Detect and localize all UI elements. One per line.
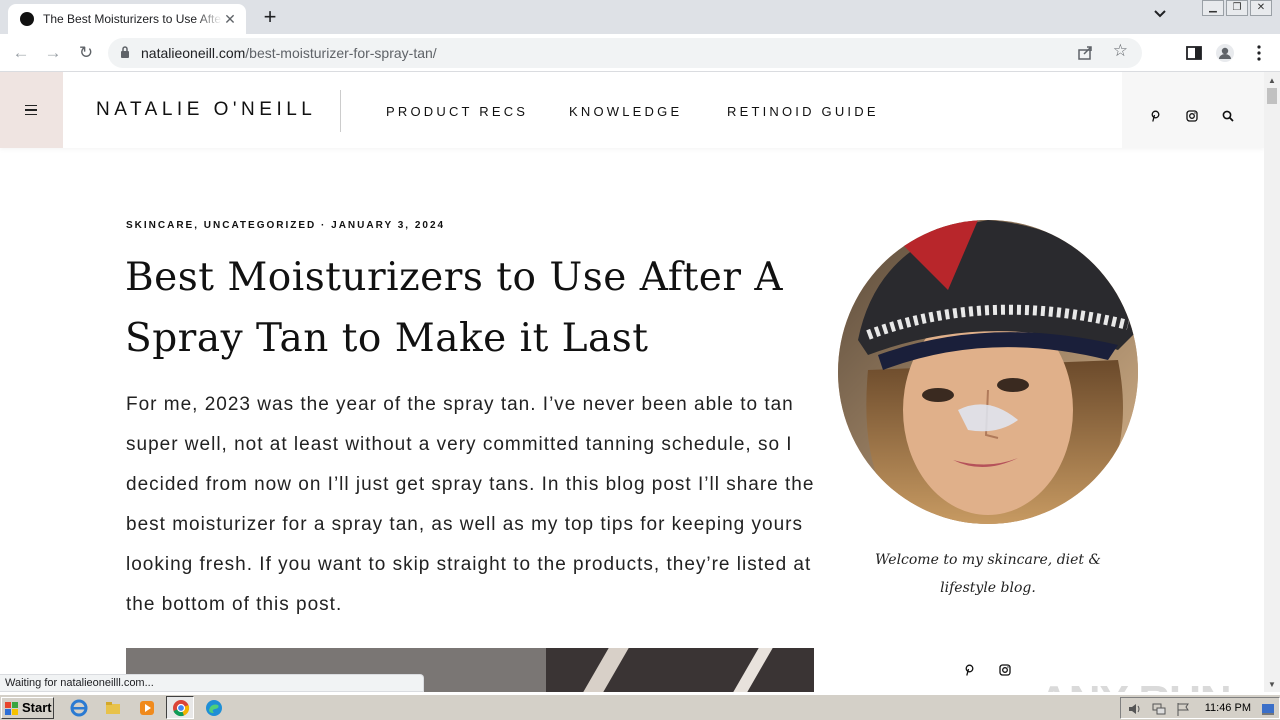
scroll-down-icon[interactable]: ▼ [1264,678,1280,692]
edge-icon[interactable] [205,699,223,717]
media-player-icon[interactable] [138,699,156,717]
taskbar-clock: 11:46 PM [1204,702,1251,714]
status-bubble: Waiting for natalieoneilll.com... [0,674,424,692]
header-divider [340,90,341,132]
tab-strip: The Best Moisturizers to Use After A ✕ +… [0,0,1280,34]
sidebar-welcome-text: Welcome to my skincare, diet & lifestyle… [875,552,1101,596]
lock-icon [121,46,129,58]
system-tray: 11:46 PM [1120,697,1280,719]
share-icon[interactable] [1076,44,1094,62]
url-text: natalieoneill.com/best-moisturizer-for-s… [141,45,437,61]
instagram-icon[interactable] [999,664,1011,676]
article-title: Best Moisturizers to Use After A Spray T… [125,255,784,361]
tab-title: The Best Moisturizers to Use After A [43,12,222,26]
author-portrait-image [838,220,1138,524]
article-intro: For me, 2023 was the year of the spray t… [126,394,815,615]
tab-close-icon[interactable]: ✕ [222,11,238,27]
chrome-taskbar-button[interactable] [166,696,194,719]
profile-avatar-icon[interactable] [1215,43,1235,63]
nav-retinoid-guide[interactable]: RETINOID GUIDE [727,104,879,119]
window-controls: ▁ ❐ ✕ [1202,0,1272,16]
address-bar[interactable]: natalieoneill.com/best-moisturizer-for-s… [108,38,1142,68]
network-icon[interactable] [1151,701,1167,717]
action-center-flag-icon[interactable] [1175,701,1191,717]
scroll-thumb[interactable] [1267,88,1277,104]
browser-tab[interactable]: The Best Moisturizers to Use After A ✕ [8,4,246,34]
volume-icon[interactable] [1127,701,1143,717]
search-icon[interactable] [1222,110,1234,122]
scroll-up-icon[interactable]: ▲ [1264,74,1280,88]
chrome-icon [173,700,190,717]
nav-knowledge[interactable]: KNOWLEDGE [569,104,682,119]
window-close-icon[interactable]: ✕ [1250,0,1272,16]
start-label: Start [22,700,52,715]
site-header: NATALIE O'NEILL PRODUCT RECS KNOWLEDGE R… [0,72,1264,148]
reload-icon[interactable]: ↻ [75,42,97,64]
pinterest-icon[interactable] [1149,110,1161,122]
windows-flag-icon [5,702,18,715]
ie-icon[interactable] [70,699,88,717]
restore-icon[interactable]: ❐ [1226,0,1248,16]
post-meta: SKINCARE, UNCATEGORIZED · JANUARY 3, 202… [126,220,446,231]
bookmark-star-icon[interactable]: ☆ [1113,41,1128,61]
browser-menu-icon[interactable] [1249,43,1269,63]
hamburger-icon [25,105,37,115]
back-arrow-icon[interactable]: ← [10,42,32,64]
page-scrollbar[interactable]: ▲ ▼ [1264,72,1280,692]
header-social-bar [1122,72,1264,148]
new-tab-icon[interactable]: + [258,6,282,30]
web-page: NATALIE O'NEILL PRODUCT RECS KNOWLEDGE R… [0,72,1264,692]
hamburger-menu-button[interactable] [0,72,63,148]
anyrun-watermark: ANY RUN [1038,677,1232,692]
instagram-icon[interactable] [1186,110,1198,122]
side-panel-icon[interactable] [1184,43,1204,63]
pinterest-icon[interactable] [963,664,975,676]
forward-arrow-icon[interactable]: → [42,42,64,64]
browser-toolbar: ← → ↻ natalieoneill.com/best-moisturizer… [0,34,1280,72]
show-desktop-icon[interactable] [1261,702,1275,716]
minimize-icon[interactable]: ▁ [1202,0,1224,16]
taskbar: Start 11:46 PM [0,694,1280,720]
site-favicon-icon [20,12,34,26]
start-button[interactable]: Start [1,697,54,719]
tab-search-chevron-icon[interactable] [1150,8,1170,26]
site-logo[interactable]: NATALIE O'NEILL [96,99,316,121]
explorer-folder-icon[interactable] [104,699,122,717]
nav-product-recs[interactable]: PRODUCT RECS [386,104,528,119]
